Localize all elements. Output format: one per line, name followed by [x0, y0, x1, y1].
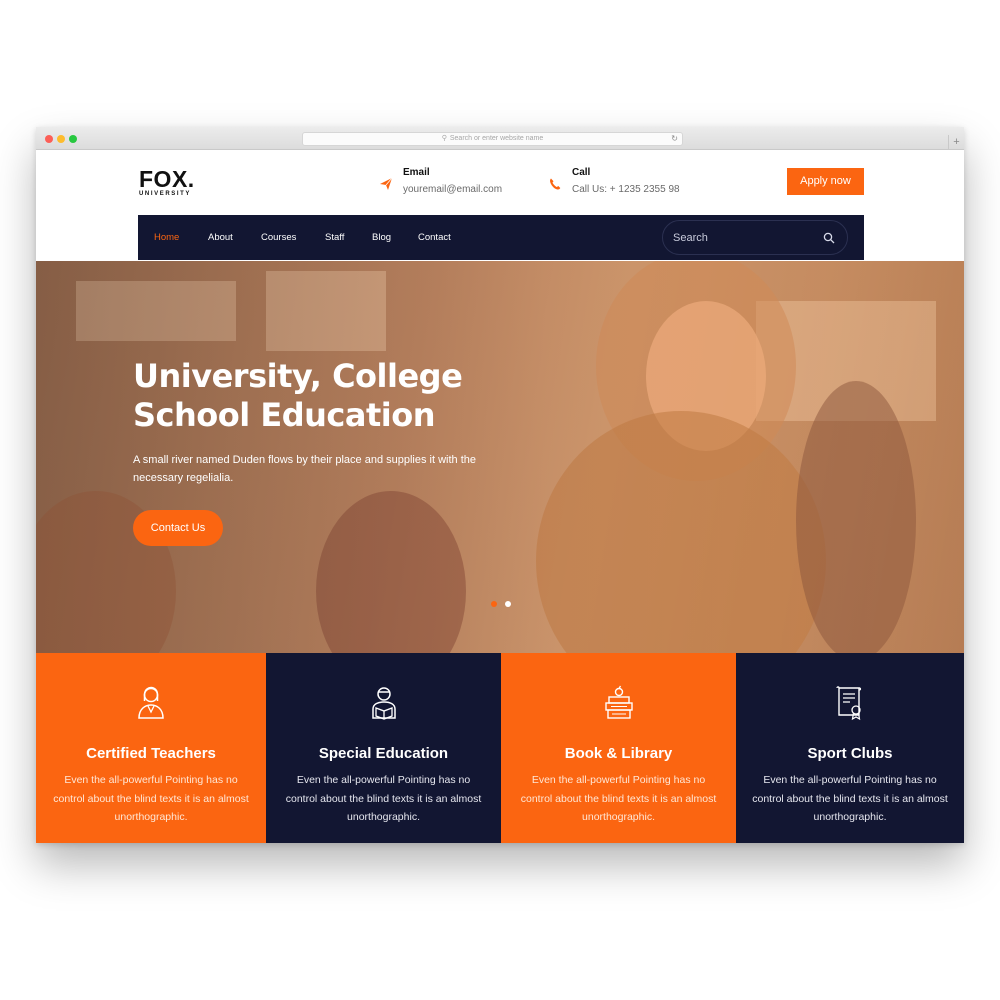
hero-title: University, College School Education [133, 357, 513, 435]
apply-now-button[interactable]: Apply now [787, 168, 864, 195]
minimize-window-button[interactable] [57, 135, 65, 143]
features-section: Certified Teachers Even the all-powerful… [36, 653, 964, 843]
feature-title: Special Education [318, 745, 449, 762]
phone-icon [550, 178, 561, 190]
contact-us-button[interactable]: Contact Us [133, 510, 223, 546]
nav-item-about[interactable]: About [208, 215, 233, 260]
nav-item-contact[interactable]: Contact [418, 215, 451, 260]
teacher-icon [138, 686, 164, 719]
nav-item-home[interactable]: Home [154, 215, 179, 260]
feature-card-certified-teachers: Certified Teachers Even the all-powerful… [36, 653, 266, 843]
email-value[interactable]: youremail@email.com [403, 184, 502, 195]
search-box [662, 220, 848, 255]
search-icon: ⚲ [441, 135, 447, 142]
browser-titlebar: ⚲ Search or enter website name ↻ + [36, 127, 964, 150]
feature-text: Even the all-powerful Pointing has no co… [285, 774, 482, 823]
feature-card-sport-clubs: Sport Clubs Even the all-powerful Pointi… [736, 653, 964, 843]
feature-title: Sport Clubs [807, 745, 893, 762]
address-bar[interactable]: ⚲ Search or enter website name ↻ [302, 132, 683, 146]
address-bar-placeholder: Search or enter website name [449, 135, 544, 142]
browser-window: ⚲ Search or enter website name ↻ + FOX. U… [36, 127, 964, 843]
maximize-window-button[interactable] [69, 135, 77, 143]
feature-text: Even the all-powerful Pointing has no co… [53, 774, 249, 823]
hero-title-line2: School Education [133, 396, 436, 434]
logo-main-text: FOX. [139, 166, 195, 192]
paper-plane-icon [380, 177, 393, 190]
hero-section: University, College School Education A s… [36, 261, 964, 653]
nav-item-staff[interactable]: Staff [325, 215, 344, 260]
student-reading-icon [371, 687, 396, 720]
call-value[interactable]: Call Us: + 1235 2355 98 [572, 184, 680, 195]
search-input[interactable] [673, 230, 813, 246]
books-icon [604, 685, 633, 719]
search-icon[interactable] [823, 232, 835, 244]
feature-text: Even the all-powerful Pointing has no co… [520, 774, 717, 823]
feature-card-special-education: Special Education Even the all-powerful … [266, 653, 501, 843]
new-tab-button[interactable]: + [948, 135, 964, 150]
slider-dot-1[interactable] [491, 601, 497, 607]
main-nav: Home About Courses Staff Blog Contact [138, 215, 864, 260]
call-title: Call [572, 167, 591, 178]
hero-title-line1: University, College [133, 357, 463, 395]
close-window-button[interactable] [45, 135, 53, 143]
feature-title: Book & Library [564, 745, 673, 762]
reload-icon[interactable]: ↻ [671, 133, 678, 145]
site-logo[interactable]: FOX. UNIVERSITY [139, 166, 195, 198]
feature-card-book-library: Book & Library Even the all-powerful Poi… [501, 653, 736, 843]
hero-description: A small river named Duden flows by their… [133, 454, 477, 484]
slider-dot-2[interactable] [505, 601, 511, 607]
email-title: Email [403, 167, 430, 178]
nav-item-blog[interactable]: Blog [372, 215, 391, 260]
certificate-icon [836, 686, 862, 721]
nav-item-courses[interactable]: Courses [261, 215, 296, 260]
feature-text: Even the all-powerful Pointing has no co… [752, 774, 948, 823]
feature-title: Certified Teachers [86, 745, 216, 762]
logo-sub-text: UNIVERSITY [139, 191, 192, 197]
